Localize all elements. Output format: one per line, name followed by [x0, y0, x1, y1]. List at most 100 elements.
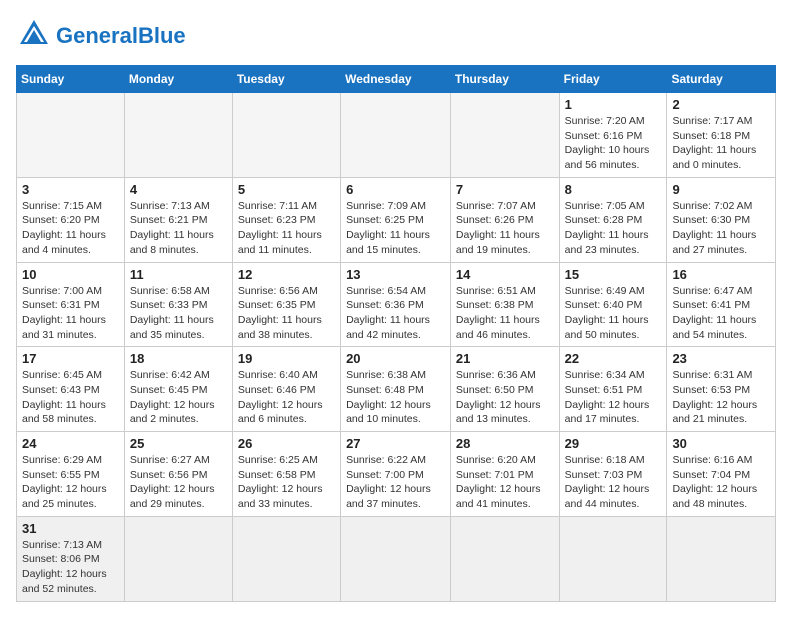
day-info: Sunrise: 7:07 AM Sunset: 6:26 PM Dayligh…: [456, 199, 554, 258]
calendar-cell: 4 Sunrise: 7:13 AM Sunset: 6:21 PM Daylig…: [124, 177, 232, 262]
day-number: 20: [346, 351, 445, 366]
weekday-header-wednesday: Wednesday: [341, 66, 451, 93]
calendar-cell: [559, 516, 667, 601]
day-info: Sunrise: 7:02 AM Sunset: 6:30 PM Dayligh…: [672, 199, 770, 258]
day-number: 19: [238, 351, 335, 366]
calendar-cell: [232, 516, 340, 601]
page-header: GeneralBlue: [16, 16, 776, 57]
weekday-header-sunday: Sunday: [17, 66, 125, 93]
day-info: Sunrise: 6:45 AM Sunset: 6:43 PM Dayligh…: [22, 368, 119, 427]
calendar-week-row: 17 Sunrise: 6:45 AM Sunset: 6:43 PM Dayli…: [17, 347, 776, 432]
day-number: 24: [22, 436, 119, 451]
calendar-cell: 25 Sunrise: 6:27 AM Sunset: 6:56 PM Dayli…: [124, 432, 232, 517]
calendar-cell: [124, 516, 232, 601]
calendar-cell: 3Sunrise: 7:15 AM Sunset: 6:20 PM Daylig…: [17, 177, 125, 262]
calendar-cell: [232, 93, 340, 178]
day-number: 15: [565, 267, 662, 282]
day-number: 17: [22, 351, 119, 366]
calendar-cell: 28 Sunrise: 6:20 AM Sunset: 7:01 PM Dayli…: [450, 432, 559, 517]
day-info: Sunrise: 7:17 AM Sunset: 6:18 PM Dayligh…: [672, 114, 770, 173]
day-info: Sunrise: 6:54 AM Sunset: 6:36 PM Dayligh…: [346, 284, 445, 343]
weekday-header-friday: Friday: [559, 66, 667, 93]
day-number: 8: [565, 182, 662, 197]
calendar-cell: 10 Sunrise: 7:00 AM Sunset: 6:31 PM Dayli…: [17, 262, 125, 347]
calendar-cell: 29 Sunrise: 6:18 AM Sunset: 7:03 PM Dayli…: [559, 432, 667, 517]
calendar-cell: 19Sunrise: 6:40 AM Sunset: 6:46 PM Dayli…: [232, 347, 340, 432]
calendar-cell: 22Sunrise: 6:34 AM Sunset: 6:51 PM Dayli…: [559, 347, 667, 432]
day-number: 11: [130, 267, 227, 282]
day-info: Sunrise: 7:09 AM Sunset: 6:25 PM Dayligh…: [346, 199, 445, 258]
calendar-table: SundayMondayTuesdayWednesdayThursdayFrid…: [16, 65, 776, 602]
day-number: 9: [672, 182, 770, 197]
day-info: Sunrise: 7:05 AM Sunset: 6:28 PM Dayligh…: [565, 199, 662, 258]
calendar-week-row: 3Sunrise: 7:15 AM Sunset: 6:20 PM Daylig…: [17, 177, 776, 262]
calendar-week-row: 1 Sunrise: 7:20 AM Sunset: 6:16 PM Daylig…: [17, 93, 776, 178]
day-number: 1: [565, 97, 662, 112]
calendar-cell: 11Sunrise: 6:58 AM Sunset: 6:33 PM Dayli…: [124, 262, 232, 347]
calendar-cell: [341, 516, 451, 601]
logo-text: GeneralBlue: [56, 23, 186, 48]
day-number: 27: [346, 436, 445, 451]
day-number: 22: [565, 351, 662, 366]
day-info: Sunrise: 6:31 AM Sunset: 6:53 PM Dayligh…: [672, 368, 770, 427]
day-info: Sunrise: 7:20 AM Sunset: 6:16 PM Dayligh…: [565, 114, 662, 173]
day-info: Sunrise: 6:27 AM Sunset: 6:56 PM Dayligh…: [130, 453, 227, 512]
calendar-cell: 2 Sunrise: 7:17 AM Sunset: 6:18 PM Daylig…: [667, 93, 776, 178]
day-number: 28: [456, 436, 554, 451]
day-info: Sunrise: 6:25 AM Sunset: 6:58 PM Dayligh…: [238, 453, 335, 512]
day-number: 13: [346, 267, 445, 282]
day-info: Sunrise: 6:22 AM Sunset: 7:00 PM Dayligh…: [346, 453, 445, 512]
day-number: 3: [22, 182, 119, 197]
day-info: Sunrise: 6:49 AM Sunset: 6:40 PM Dayligh…: [565, 284, 662, 343]
calendar-cell: 20 Sunrise: 6:38 AM Sunset: 6:48 PM Dayli…: [341, 347, 451, 432]
day-info: Sunrise: 6:47 AM Sunset: 6:41 PM Dayligh…: [672, 284, 770, 343]
day-number: 25: [130, 436, 227, 451]
calendar-cell: 6 Sunrise: 7:09 AM Sunset: 6:25 PM Daylig…: [341, 177, 451, 262]
calendar-cell: 17 Sunrise: 6:45 AM Sunset: 6:43 PM Dayli…: [17, 347, 125, 432]
weekday-header-tuesday: Tuesday: [232, 66, 340, 93]
day-info: Sunrise: 6:20 AM Sunset: 7:01 PM Dayligh…: [456, 453, 554, 512]
day-info: Sunrise: 6:29 AM Sunset: 6:55 PM Dayligh…: [22, 453, 119, 512]
calendar-week-row: 10 Sunrise: 7:00 AM Sunset: 6:31 PM Dayli…: [17, 262, 776, 347]
day-info: Sunrise: 6:16 AM Sunset: 7:04 PM Dayligh…: [672, 453, 770, 512]
calendar-cell: 12Sunrise: 6:56 AM Sunset: 6:35 PM Dayli…: [232, 262, 340, 347]
calendar-cell: 21Sunrise: 6:36 AM Sunset: 6:50 PM Dayli…: [450, 347, 559, 432]
day-info: Sunrise: 7:13 AM Sunset: 8:06 PM Dayligh…: [22, 538, 119, 597]
day-number: 31: [22, 521, 119, 536]
day-info: Sunrise: 6:51 AM Sunset: 6:38 PM Dayligh…: [456, 284, 554, 343]
logo-icon: [16, 16, 52, 57]
calendar-cell: [17, 93, 125, 178]
weekday-header-saturday: Saturday: [667, 66, 776, 93]
day-number: 10: [22, 267, 119, 282]
day-number: 6: [346, 182, 445, 197]
calendar-cell: 23 Sunrise: 6:31 AM Sunset: 6:53 PM Dayli…: [667, 347, 776, 432]
calendar-cell: [450, 516, 559, 601]
calendar-cell: [667, 516, 776, 601]
calendar-cell: 16 Sunrise: 6:47 AM Sunset: 6:41 PM Dayli…: [667, 262, 776, 347]
day-info: Sunrise: 7:13 AM Sunset: 6:21 PM Dayligh…: [130, 199, 227, 258]
calendar-cell: 26Sunrise: 6:25 AM Sunset: 6:58 PM Dayli…: [232, 432, 340, 517]
calendar-cell: 31 Sunrise: 7:13 AM Sunset: 8:06 PM Dayli…: [17, 516, 125, 601]
calendar-cell: 7 Sunrise: 7:07 AM Sunset: 6:26 PM Daylig…: [450, 177, 559, 262]
day-number: 7: [456, 182, 554, 197]
calendar-cell: 18Sunrise: 6:42 AM Sunset: 6:45 PM Dayli…: [124, 347, 232, 432]
day-number: 21: [456, 351, 554, 366]
day-number: 2: [672, 97, 770, 112]
calendar-cell: 5 Sunrise: 7:11 AM Sunset: 6:23 PM Daylig…: [232, 177, 340, 262]
day-number: 29: [565, 436, 662, 451]
day-number: 5: [238, 182, 335, 197]
day-number: 30: [672, 436, 770, 451]
calendar-week-row: 24 Sunrise: 6:29 AM Sunset: 6:55 PM Dayli…: [17, 432, 776, 517]
day-info: Sunrise: 7:11 AM Sunset: 6:23 PM Dayligh…: [238, 199, 335, 258]
day-info: Sunrise: 6:38 AM Sunset: 6:48 PM Dayligh…: [346, 368, 445, 427]
calendar-cell: 27 Sunrise: 6:22 AM Sunset: 7:00 PM Dayli…: [341, 432, 451, 517]
day-number: 16: [672, 267, 770, 282]
day-number: 4: [130, 182, 227, 197]
calendar-cell: 8 Sunrise: 7:05 AM Sunset: 6:28 PM Daylig…: [559, 177, 667, 262]
weekday-header-monday: Monday: [124, 66, 232, 93]
day-info: Sunrise: 7:00 AM Sunset: 6:31 PM Dayligh…: [22, 284, 119, 343]
day-number: 23: [672, 351, 770, 366]
day-info: Sunrise: 6:18 AM Sunset: 7:03 PM Dayligh…: [565, 453, 662, 512]
calendar-cell: [124, 93, 232, 178]
calendar-cell: 9 Sunrise: 7:02 AM Sunset: 6:30 PM Daylig…: [667, 177, 776, 262]
